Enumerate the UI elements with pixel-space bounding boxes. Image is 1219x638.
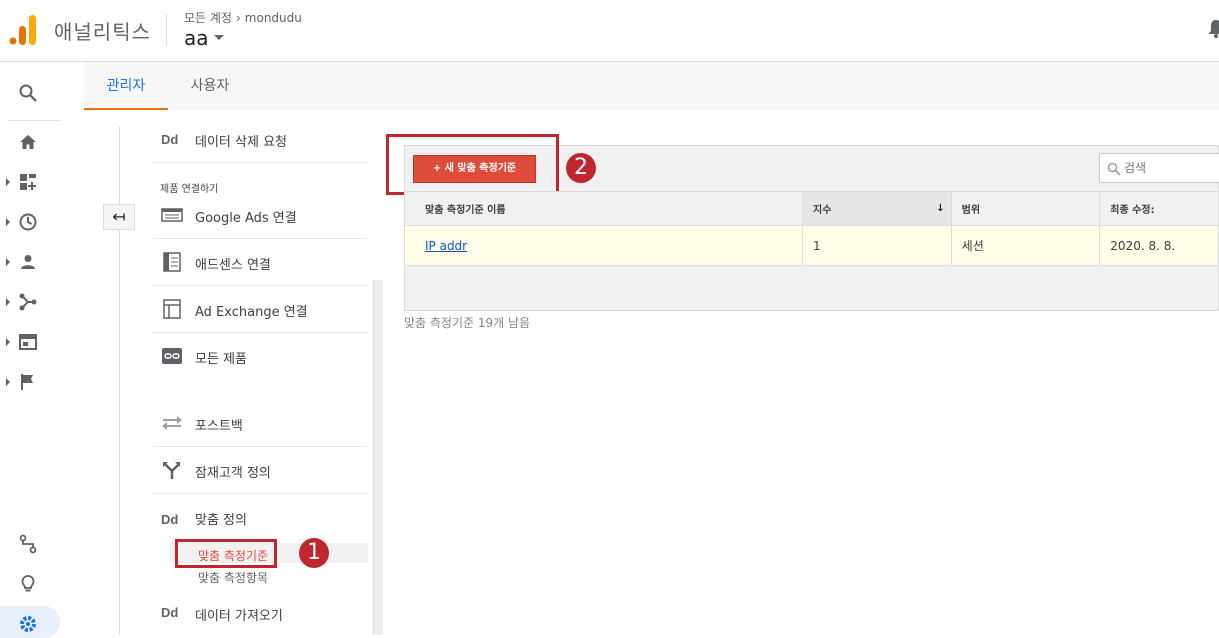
dd-icon: Dd <box>161 605 179 620</box>
nav-item-custom-definitions[interactable]: Dd 맞춤 정의 <box>153 495 367 541</box>
nav-item-label: 잠재고객 정의 <box>195 466 271 481</box>
discover-lightbulb-icon[interactable] <box>18 574 38 594</box>
step-badge-1: 1 <box>299 538 329 568</box>
nav-item-label: Ad Exchange 연결 <box>195 305 308 320</box>
ad-exchange-icon <box>163 299 181 319</box>
search-icon[interactable] <box>18 83 38 103</box>
dimension-name-link[interactable]: IP addr <box>425 239 467 253</box>
breadcrumb[interactable]: 모든 계정 › mondudu <box>184 9 302 26</box>
nav-item-label: 모든 제품 <box>195 352 247 367</box>
table-row: IP addr 1 세션 2020. 8. 8. <box>405 226 1218 266</box>
table-footer-area <box>405 266 1218 310</box>
column-scrollbar[interactable] <box>373 280 383 635</box>
column-divider <box>119 126 120 635</box>
custom-dimensions-table: 맞춤 측정기준 이름 지수 ↓ 범위 최종 수정: IP addr 1 세션 2… <box>404 191 1219 311</box>
top-bar: 애널리틱스 모든 계정 › mondudu aa <box>0 0 1219 62</box>
account-selector[interactable]: aa <box>184 26 209 50</box>
nav-item-data-deletion[interactable]: Dd 데이터 삭제 요청 <box>153 117 367 163</box>
scope-cell: 세션 <box>952 226 1101 265</box>
header-divider <box>166 14 167 46</box>
nav-item-adsense[interactable]: 애드센스 연결 <box>153 240 367 286</box>
nav-item-label: 데이터 삭제 요청 <box>195 135 287 150</box>
admin-gear-icon[interactable] <box>18 614 38 634</box>
back-arrow-button[interactable]: ↤ <box>103 204 135 230</box>
left-rail <box>0 62 60 638</box>
nav-item-postback[interactable]: 포스트백 <box>153 401 367 447</box>
expand-caret-icon[interactable] <box>6 218 10 226</box>
audience-fork-icon <box>163 462 180 479</box>
expand-caret-icon[interactable] <box>6 338 10 346</box>
realtime-clock-icon[interactable] <box>18 212 38 232</box>
column-header-label: 지수 <box>813 205 832 216</box>
sort-arrow-icon: ↓ <box>936 203 945 214</box>
nav-item-audience-definitions[interactable]: 잠재고객 정의 <box>153 448 367 494</box>
highlight-box-1 <box>175 539 277 568</box>
expand-caret-icon[interactable] <box>6 378 10 386</box>
search-input[interactable] <box>1124 159 1219 177</box>
rail-divider <box>8 120 60 121</box>
expand-caret-icon[interactable] <box>6 178 10 186</box>
admin-tabs: 관리자 사용자 <box>84 62 1219 110</box>
dd-icon: Dd <box>161 132 179 147</box>
nav-item-label: 맞춤 정의 <box>195 513 247 528</box>
remaining-count-note: 맞춤 측정기준 19개 남음 <box>404 316 531 330</box>
nav-item-all-products[interactable]: 모든 제품 <box>153 334 367 380</box>
app-title: 애널리틱스 <box>54 20 151 44</box>
acquisition-icon[interactable] <box>18 292 38 312</box>
search-box[interactable] <box>1099 153 1219 183</box>
nav-item-label: 포스트백 <box>195 419 243 434</box>
customization-icon[interactable] <box>18 172 38 192</box>
modified-cell: 2020. 8. 8. <box>1110 238 1176 253</box>
expand-caret-icon[interactable] <box>6 298 10 306</box>
caret-down-icon[interactable] <box>214 35 224 40</box>
name-cell: IP addr <box>405 226 804 265</box>
dd-icon: Dd <box>161 512 179 527</box>
column-header-name[interactable]: 맞춤 측정기준 이름 <box>405 192 804 225</box>
analytics-logo[interactable] <box>9 15 37 45</box>
index-cell: 1 <box>803 226 952 265</box>
sub-item-custom-metrics[interactable]: 맞춤 측정항목 <box>198 569 268 586</box>
home-icon[interactable] <box>18 132 38 152</box>
nav-item-label: 데이터 가져오기 <box>195 609 283 624</box>
expand-caret-icon[interactable] <box>6 258 10 266</box>
step-badge-2: 2 <box>566 153 596 183</box>
nav-item-data-import[interactable]: Dd 데이터 가져오기 <box>153 589 367 635</box>
tab-user[interactable]: 사용자 <box>168 62 252 110</box>
table-header-row: 맞춤 측정기준 이름 지수 ↓ 범위 최종 수정: <box>405 192 1218 226</box>
tab-admin[interactable]: 관리자 <box>84 62 168 110</box>
nav-item-ad-exchange[interactable]: Ad Exchange 연결 <box>153 287 367 333</box>
highlight-box-2 <box>386 134 559 195</box>
breadcrumb-separator: › <box>235 11 241 25</box>
column-header-index[interactable]: 지수 ↓ <box>803 192 952 225</box>
notification-bell-icon[interactable] <box>1209 20 1219 38</box>
attribution-icon[interactable] <box>18 534 38 554</box>
column-header-scope[interactable]: 범위 <box>952 192 1101 225</box>
postback-icon <box>162 416 182 430</box>
behavior-icon[interactable] <box>18 332 38 352</box>
nav-item-label: Google Ads 연결 <box>195 211 297 226</box>
breadcrumb-item[interactable]: 모든 계정 <box>184 11 232 25</box>
search-icon <box>1107 162 1121 176</box>
conversions-flag-icon[interactable] <box>18 372 38 392</box>
google-ads-icon <box>161 208 183 222</box>
nav-item-google-ads[interactable]: Google Ads 연결 <box>153 193 367 239</box>
audience-person-icon[interactable] <box>18 252 38 272</box>
column-header-last-modified[interactable]: 최종 수정: <box>1100 192 1218 225</box>
link-icon <box>162 348 182 364</box>
nav-item-label: 애드센스 연결 <box>195 258 271 273</box>
adsense-icon <box>163 252 181 272</box>
breadcrumb-item[interactable]: mondudu <box>245 11 302 25</box>
